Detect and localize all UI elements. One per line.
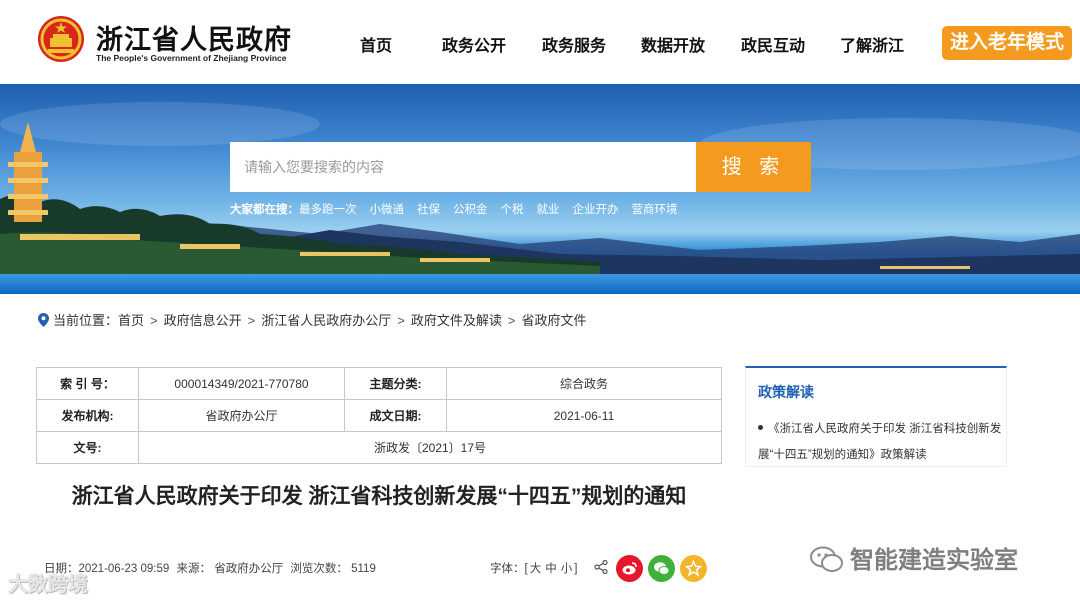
hot-search-item[interactable]: 企业开办: [573, 204, 619, 216]
issuer-value: 省政府办公厅: [138, 399, 345, 432]
watermark-right: 智能建造实验室: [810, 540, 1018, 575]
hot-search-item[interactable]: 小微通: [370, 204, 405, 216]
hot-search-item[interactable]: 就业: [537, 204, 560, 216]
category-label: 主题分类:: [344, 367, 447, 400]
nav-home[interactable]: 首页: [360, 32, 392, 56]
wechat-share-icon[interactable]: [648, 555, 675, 582]
site-header: 浙江省人民政府 The People's Government of Zheji…: [0, 0, 1080, 84]
nav-open-data[interactable]: 数据开放: [641, 32, 705, 56]
font-size-switcher: 字体：[大中小]: [490, 560, 577, 576]
breadcrumb-separator: >: [150, 313, 158, 328]
font-size-end: ]: [574, 563, 578, 575]
breadcrumb-item[interactable]: 浙江省人民政府办公厅: [261, 313, 391, 328]
font-size-label: 字体：[: [490, 563, 528, 575]
hot-search-label: 大家都在搜：: [230, 204, 299, 216]
panel-title: 政策解读: [758, 384, 814, 400]
site-name-english: The People's Government of Zhejiang Prov…: [96, 53, 287, 63]
breadcrumb-item[interactable]: 政府文件及解读: [411, 313, 502, 328]
view-count: 浏览次数： 5119: [290, 563, 376, 575]
table-row: 索 引 号： 000014349/2021-770780 主题分类: 综合政务: [36, 367, 722, 400]
font-large-button[interactable]: 大: [530, 563, 542, 575]
index-value: 000014349/2021-770780: [138, 367, 345, 400]
weibo-share-icon[interactable]: [616, 555, 643, 582]
issuer-label: 发布机构:: [36, 399, 139, 432]
link-text: 《浙江省人民政府关于印发 浙江省科技创新发展“十四五”规划的通知》政策解读: [758, 423, 1002, 461]
hot-search-item[interactable]: 营商环境: [632, 204, 678, 216]
wechat-logo-icon: [810, 546, 843, 572]
breadcrumb-item[interactable]: 政府信息公开: [164, 313, 242, 328]
hero-banner: 搜 索 大家都在搜：最多跑一次 小微通社保 公积金 个税 就业 企业开办 营商环境: [0, 84, 1080, 294]
source: 来源： 省政府办公厅: [176, 563, 284, 575]
font-small-button[interactable]: 小: [561, 563, 573, 575]
location-pin-icon: [38, 313, 49, 327]
nav-gov-affairs-open[interactable]: 政务公开: [442, 32, 506, 56]
watermark-left: 大数跨境: [8, 574, 88, 596]
policy-interpretation-link[interactable]: 《浙江省人民政府关于印发 浙江省科技创新发展“十四五”规划的通知》政策解读: [758, 416, 1002, 468]
hot-search-item[interactable]: 社保: [417, 204, 440, 216]
index-label: 索 引 号：: [36, 367, 139, 400]
document-meta: 日期：2021-06-23 09:59 来源： 省政府办公厅 浏览次数： 511…: [44, 560, 380, 576]
share-icon[interactable]: [594, 560, 608, 574]
breadcrumb-label: 当前位置：: [53, 313, 119, 328]
hot-search-item[interactable]: 最多跑一次: [299, 204, 357, 216]
breadcrumb-item[interactable]: 首页: [118, 313, 144, 328]
hot-search-item[interactable]: 公积金: [453, 204, 488, 216]
favorite-star-icon[interactable]: [680, 555, 707, 582]
hot-search-item[interactable]: 个税: [501, 204, 524, 216]
nav-gov-services[interactable]: 政务服务: [542, 32, 606, 56]
search-input[interactable]: [230, 142, 696, 192]
breadcrumb-item[interactable]: 省政府文件: [521, 313, 586, 328]
table-row: 文号: 浙政发〔2021〕17号: [36, 431, 722, 464]
document-info-table: 索 引 号： 000014349/2021-770780 主题分类: 综合政务 …: [36, 367, 722, 464]
document-title: 浙江省人民政府关于印发 浙江省科技创新发展“十四五”规划的通知: [71, 485, 687, 508]
hot-searches: 大家都在搜：最多跑一次 小微通 社保 公积金 个税 就业 企业开办 营商环境: [230, 201, 678, 217]
national-emblem-icon: [38, 16, 84, 62]
date-value: 2021-06-11: [446, 399, 722, 432]
breadcrumb-separator: >: [397, 313, 405, 328]
breadcrumb: 当前位置：首页 > 政府信息公开 > 浙江省人民政府办公厅 > 政府文件及解读 > 省政府文件: [38, 310, 586, 329]
table-row: 发布机构: 省政府办公厅 成文日期: 2021-06-11: [36, 399, 722, 432]
docno-label: 文号:: [36, 431, 139, 464]
breadcrumb-separator: >: [247, 313, 256, 328]
category-value: 综合政务: [446, 367, 722, 400]
nav-interaction[interactable]: 政民互动: [741, 32, 805, 56]
watermark-right-text: 智能建造实验室: [850, 547, 1018, 574]
breadcrumb-separator: >: [507, 313, 516, 328]
docno-value: 浙政发〔2021〕17号: [138, 431, 722, 464]
elder-mode-button[interactable]: 进入老年模式: [942, 26, 1072, 60]
search-button[interactable]: 搜 索: [696, 142, 811, 192]
site-name[interactable]: 浙江省人民政府: [96, 18, 292, 57]
nav-about-zhejiang[interactable]: 了解浙江: [840, 32, 904, 56]
font-medium-button[interactable]: 中: [545, 563, 557, 575]
bullet-icon: [758, 425, 763, 430]
policy-interpretation-panel: 政策解读 《浙江省人民政府关于印发 浙江省科技创新发展“十四五”规划的通知》政策…: [745, 366, 1007, 467]
date-label: 成文日期:: [344, 399, 447, 432]
